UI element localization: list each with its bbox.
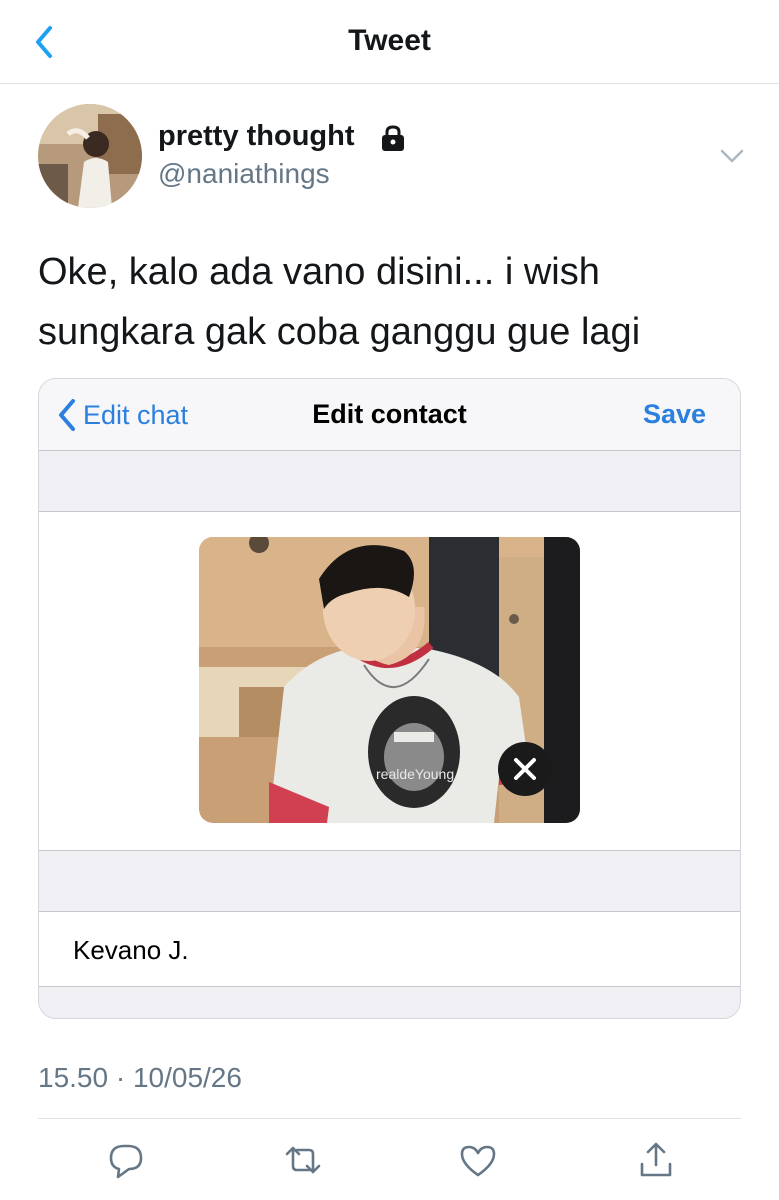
contact-name-field[interactable]: Kevano J. [73,935,189,966]
like-button[interactable] [456,1138,500,1182]
embedded-nav-bar: Edit chat Edit contact Save [39,379,740,451]
retweet-icon [285,1146,321,1174]
user-handle[interactable]: @naniathings [158,158,330,190]
tweet-text: Oke, kalo ada vano disini... i wish sung… [38,251,641,353]
save-button[interactable]: Save [643,399,706,430]
remove-photo-button[interactable] [498,742,552,796]
photo-watermark: realdeYoung [376,766,455,782]
divider [38,1118,741,1119]
chevron-down-icon [720,149,744,163]
lock-icon [378,124,408,152]
display-name[interactable]: pretty thought [158,120,355,153]
share-icon [640,1142,672,1177]
edit-contact-title: Edit contact [312,399,467,429]
page-title: Tweet [348,24,431,57]
retweet-button[interactable] [281,1138,325,1182]
share-button[interactable] [634,1138,678,1182]
close-icon [514,758,536,780]
reply-icon [109,1144,143,1179]
more-options-button[interactable] [716,142,748,170]
tweet-timestamp: 15.50 · 10/05/26 [38,1062,242,1093]
avatar[interactable] [38,104,142,208]
reply-button[interactable] [104,1138,148,1182]
top-bar: Tweet [0,0,779,84]
like-icon [460,1145,496,1177]
